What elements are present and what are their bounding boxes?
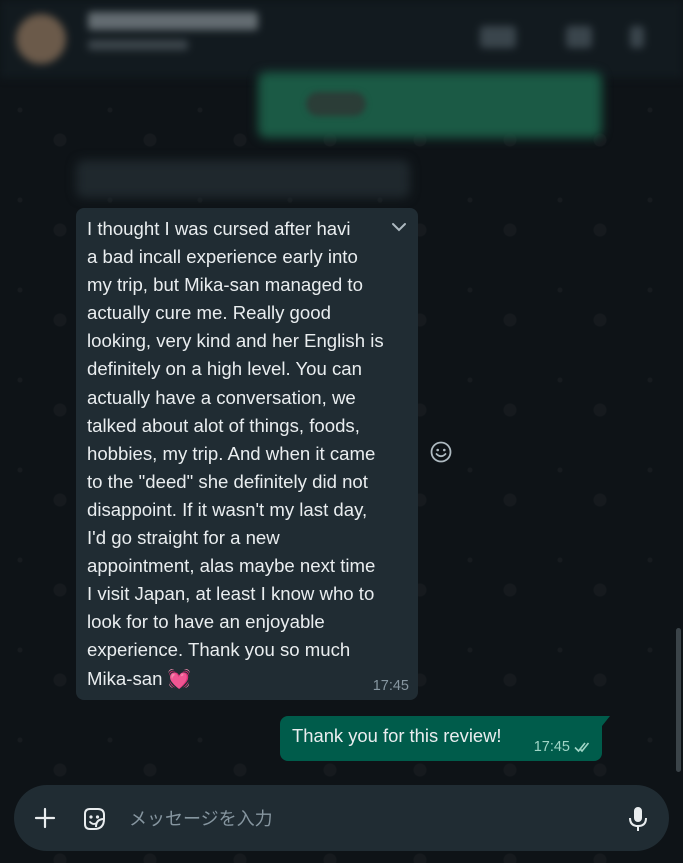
search-icon[interactable] bbox=[566, 26, 592, 48]
redacted-outgoing-message-content bbox=[306, 92, 366, 116]
message-input[interactable] bbox=[127, 803, 601, 835]
bubble-tail bbox=[602, 716, 610, 726]
incoming-message-text: I thought I was cursed after havi a bad … bbox=[87, 218, 384, 689]
chevron-down-icon[interactable] bbox=[390, 218, 408, 236]
message-time: 17:45 bbox=[533, 739, 570, 755]
microphone-icon[interactable] bbox=[626, 805, 650, 833]
chat-header-blurred bbox=[0, 0, 683, 78]
outgoing-message-meta: 17:45 bbox=[534, 739, 592, 755]
redacted-incoming-message bbox=[76, 160, 410, 198]
contact-status-redacted bbox=[88, 40, 188, 50]
video-call-icon[interactable] bbox=[480, 26, 516, 48]
message-composer bbox=[14, 785, 669, 851]
avatar[interactable] bbox=[16, 14, 66, 64]
outgoing-message-text: Thank you for this review! bbox=[292, 725, 502, 746]
plus-icon[interactable] bbox=[33, 806, 57, 830]
emoji-react-icon[interactable] bbox=[429, 440, 453, 464]
sticker-icon[interactable] bbox=[80, 805, 108, 833]
double-check-icon bbox=[574, 742, 590, 753]
incoming-message-bubble[interactable]: I thought I was cursed after havi a bad … bbox=[76, 208, 418, 700]
outgoing-message-bubble[interactable]: Thank you for this review! 17:45 bbox=[280, 716, 610, 761]
message-time: 17:45 bbox=[372, 678, 409, 694]
scrollbar[interactable] bbox=[676, 628, 681, 772]
heart-emoji: 💓 bbox=[167, 667, 191, 689]
menu-icon[interactable] bbox=[630, 26, 644, 48]
contact-name-redacted bbox=[88, 12, 258, 30]
